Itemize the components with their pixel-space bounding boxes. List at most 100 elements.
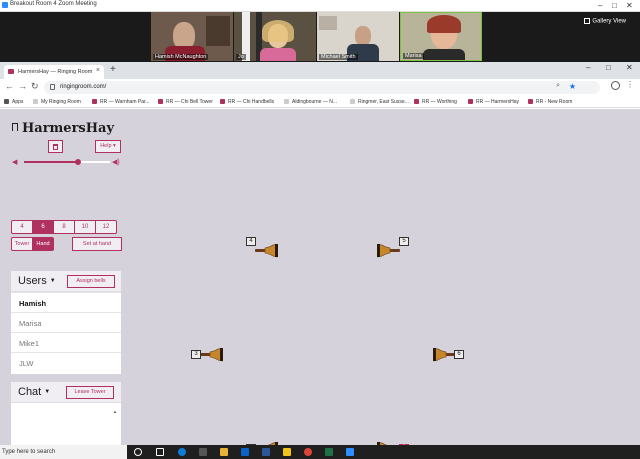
trash-icon	[53, 144, 58, 150]
size-option[interactable]: 8	[53, 220, 75, 234]
scroll-up-icon[interactable]: ▲	[113, 409, 117, 414]
outlook-icon[interactable]	[241, 448, 249, 456]
chat-panel: Chat ▼ Leave Tower ▲	[11, 382, 121, 459]
volume-low-icon: ◀	[12, 159, 18, 166]
new-tab-icon[interactable]: +	[110, 64, 116, 75]
apps-grid-icon	[4, 99, 9, 105]
handbell-icon[interactable]	[376, 243, 400, 258]
url-field[interactable]: ringingroom.com/ ⌕ ★	[44, 81, 600, 94]
excel-icon[interactable]	[325, 448, 333, 456]
bell-number-label: 4	[246, 237, 256, 246]
browser-minimize-icon[interactable]: –	[586, 63, 590, 72]
bell-number-label: 6	[454, 350, 464, 359]
bookmark-favicon-icon	[158, 99, 163, 105]
volume-control[interactable]: ◀ ◀)	[12, 157, 122, 167]
bookmark-item[interactable]: My Ringing Room	[33, 99, 81, 105]
maximize-icon[interactable]: □	[612, 0, 617, 11]
set-at-hand-button[interactable]: Set at hand	[72, 237, 122, 251]
bookmark-item[interactable]: RR — Worthing	[414, 99, 457, 105]
bookmark-star-icon[interactable]: ★	[569, 82, 576, 91]
participant-name: Hamish McNaughton	[153, 54, 209, 60]
bookmark-favicon-icon	[350, 99, 355, 105]
bell-number-label: 5	[399, 237, 409, 246]
user-item[interactable]: JLW	[11, 352, 121, 372]
menu-icon[interactable]: ⋮	[626, 80, 634, 89]
minimize-icon[interactable]: –	[598, 0, 602, 11]
gallery-view-button[interactable]: Gallery View	[584, 18, 626, 25]
handbell-icon[interactable]	[200, 347, 224, 362]
file-explorer-icon[interactable]	[220, 448, 228, 456]
size-option[interactable]: 12	[95, 220, 117, 234]
forward-icon[interactable]: →	[18, 81, 27, 91]
store-icon[interactable]	[199, 448, 207, 456]
bookmark-favicon-icon	[284, 99, 289, 105]
bell-number-label: 3	[191, 350, 201, 359]
delete-button[interactable]	[48, 140, 63, 153]
chat-title[interactable]: Chat ▼	[18, 386, 50, 398]
handbell-icon[interactable]	[432, 347, 456, 362]
edge-icon[interactable]	[178, 448, 186, 456]
zoom-title-bar: Breakout Room 4 Zoom Meeting – □ ✕	[0, 0, 640, 12]
participant-name: Jo	[236, 54, 246, 60]
handbell-icon[interactable]	[255, 243, 279, 258]
volume-high-icon: ◀)	[112, 159, 120, 166]
participant-tile[interactable]: Jo	[234, 12, 316, 61]
participant-name: Michael Smith	[319, 54, 358, 60]
size-option[interactable]: 6	[32, 220, 54, 234]
account-icon[interactable]	[611, 81, 620, 90]
users-header: Users ▼ Assign bells	[11, 271, 121, 292]
leave-tower-button[interactable]: Leave Tower	[66, 386, 114, 399]
chevron-down-icon: ▼	[49, 278, 56, 284]
task-view-icon[interactable]	[156, 448, 164, 456]
screen: Breakout Room 4 Zoom Meeting – □ ✕ Hamis…	[0, 0, 640, 459]
help-button[interactable]: Help ▾	[95, 140, 121, 153]
users-title[interactable]: Users ▼	[18, 275, 56, 287]
bookmark-item[interactable]: Apps	[4, 99, 23, 105]
bookmark-item[interactable]: RR — Warnham Par...	[92, 99, 150, 105]
user-item[interactable]: Mike1	[11, 332, 121, 352]
assign-bells-button[interactable]: Assign bells	[67, 275, 115, 288]
bookmark-item[interactable]: Ringmer, East Susse...	[350, 99, 409, 105]
bookmark-icon[interactable]	[12, 123, 18, 131]
word-icon[interactable]	[262, 448, 270, 456]
sticky-icon[interactable]	[283, 448, 291, 456]
bookmark-item[interactable]: RR - New Room	[528, 99, 572, 105]
bookmark-item[interactable]: Aldingbourne — N...	[284, 99, 337, 105]
chevron-down-icon: ▼	[44, 389, 51, 395]
chrome-icon[interactable]	[304, 448, 312, 456]
user-item[interactable]: Marisa	[11, 312, 121, 332]
participant-tile[interactable]: Marisa	[400, 12, 482, 61]
bookmark-favicon-icon	[414, 99, 419, 105]
close-icon[interactable]: ✕	[626, 0, 633, 11]
zoom-taskbar-icon[interactable]	[346, 448, 354, 456]
tower-title: HarmersHay	[12, 121, 114, 136]
volume-slider[interactable]	[24, 159, 110, 165]
browser-maximize-icon[interactable]: □	[606, 63, 611, 72]
bookmark-item[interactable]: RR — HarmersHay	[468, 99, 519, 105]
mode-option[interactable]: Hand	[32, 237, 54, 251]
user-item[interactable]: Hamish	[11, 292, 121, 312]
participant-tile[interactable]: Michael Smith	[317, 12, 399, 61]
size-option[interactable]: 10	[74, 220, 96, 234]
reload-icon[interactable]: ↻	[31, 81, 39, 92]
participant-tile[interactable]: Hamish McNaughton	[151, 12, 233, 61]
back-icon[interactable]: ←	[5, 81, 14, 91]
browser-close-icon[interactable]: ✕	[626, 63, 633, 72]
mode-option[interactable]: Tower	[11, 237, 33, 251]
tower-size-selector: 4 6 8 10 12	[11, 220, 117, 234]
tab-close-icon[interactable]: ×	[96, 67, 100, 74]
search-icon[interactable]: ⌕	[556, 82, 560, 90]
bookmarks-bar: Apps My Ringing Room RR — Warnham Par...…	[0, 96, 640, 108]
size-option[interactable]: 4	[11, 220, 33, 234]
taskbar-search[interactable]: Type here to search	[0, 445, 127, 459]
participant-name: Marisa	[403, 53, 424, 59]
volume-fill	[24, 161, 79, 163]
volume-knob[interactable]	[75, 159, 82, 165]
bookmark-favicon-icon	[33, 99, 38, 105]
browser-tab[interactable]: HarmersHay — Ringing Room ×	[4, 65, 104, 79]
lock-icon	[50, 84, 55, 90]
cortana-icon[interactable]	[134, 448, 142, 456]
bookmark-item[interactable]: RR — Chi Bell Tower	[158, 99, 213, 105]
bookmark-favicon-icon	[92, 99, 97, 105]
bookmark-item[interactable]: RR — Chi Handbells	[220, 99, 274, 105]
